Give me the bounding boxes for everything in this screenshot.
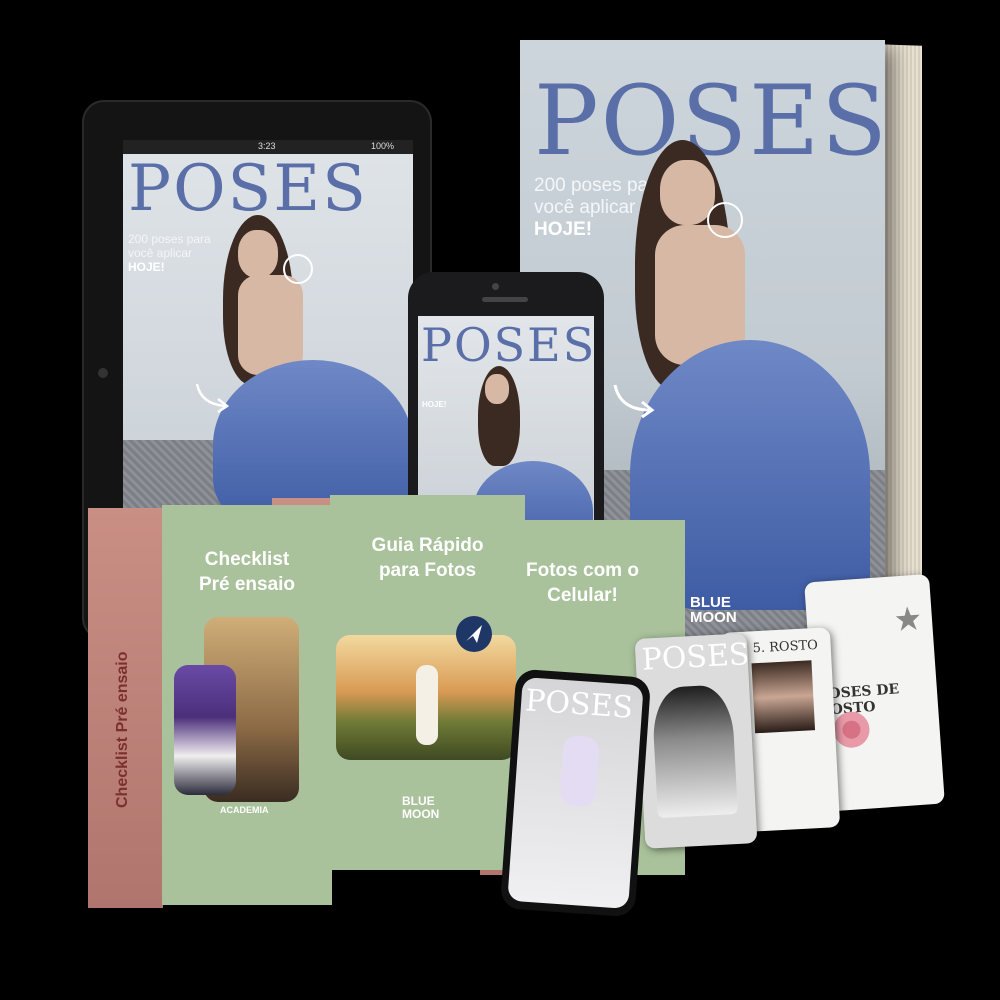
small-phone-screen: POSES: [507, 677, 644, 909]
blue-moon-logo: BLUE MOON: [690, 595, 737, 625]
box1-photo-front: [174, 665, 236, 795]
send-arrow-icon: [456, 616, 492, 652]
phone-speaker: [482, 297, 528, 302]
box2-title: Guia Rápido para Fotos: [330, 533, 525, 583]
box-guia-rapido: Guia Rápido para Fotos BLUE MOON: [330, 495, 525, 870]
blue-moon-logo-line2: MOON: [690, 609, 737, 626]
status-time: 3:23: [258, 141, 276, 151]
box-checklist: Checklist Pré ensaio ACADEMIA: [162, 505, 332, 905]
box1-side: Checklist Pré ensaio: [88, 508, 163, 908]
box2-title-line1: Guia Rápido: [371, 535, 484, 556]
small-phone-device: POSES: [499, 668, 652, 918]
phone-title: POSES: [421, 318, 594, 372]
phone-camera: [492, 283, 499, 290]
box2-photo: [336, 635, 516, 760]
box2-logo-line2: MOON: [402, 807, 440, 821]
highlight-circle-icon: [707, 202, 743, 238]
small-phone-title: POSES: [524, 683, 635, 726]
box3-title-line1: Fotos com o: [526, 560, 639, 581]
box1-spine-label: Checklist Pré ensaio: [114, 651, 131, 808]
box1-title-line1: Checklist: [204, 549, 290, 570]
box1-title-line2: Pré ensaio: [198, 574, 296, 595]
card-bw-photo: [651, 684, 738, 819]
tablet-arrow-icon: [195, 383, 230, 414]
rosto-heading: 5. ROSTO: [752, 637, 819, 657]
academia-logo: ACADEMIA: [220, 805, 269, 815]
box2-title-line2: para Fotos: [378, 560, 477, 581]
book-page-edges: [880, 44, 922, 626]
small-phone-model: [559, 735, 600, 808]
arrow-icon: [613, 384, 655, 419]
box3-title: Fotos com o Celular!: [520, 558, 645, 608]
box2-blue-moon-logo: BLUE MOON: [402, 795, 439, 821]
status-battery: 100%: [371, 141, 395, 151]
star-icon: [895, 606, 920, 632]
tablet-highlight-circle-icon: [283, 254, 313, 284]
box1-title: Checklist Pré ensaio: [162, 547, 332, 597]
rosto-photo: [751, 660, 816, 734]
box3-title-line2: Celular!: [547, 585, 618, 606]
tablet-screen: 3:23 100% POSES 200 poses para você apli…: [123, 140, 413, 520]
blue-moon-logo-line1: BLUE: [690, 594, 731, 611]
card-poses-bw: POSES: [634, 633, 758, 849]
card-poses-bw-title: POSES: [640, 637, 751, 678]
tablet-home-dot: [98, 368, 108, 378]
